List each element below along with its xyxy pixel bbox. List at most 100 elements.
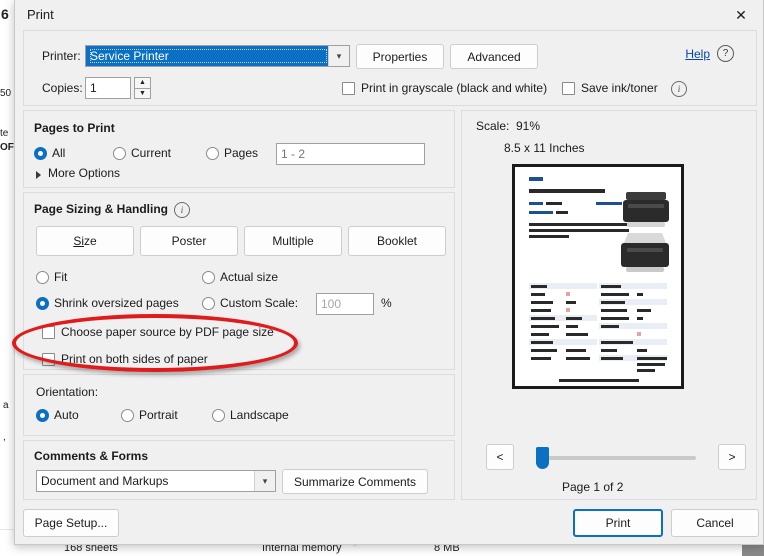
- spec-cell: [566, 333, 588, 336]
- spec-cell: [637, 293, 643, 296]
- spec-cell: [531, 317, 555, 320]
- print-button[interactable]: Print: [573, 509, 663, 537]
- summarize-comments-button[interactable]: Summarize Comments: [282, 469, 428, 494]
- more-options-link[interactable]: More Options: [48, 166, 120, 180]
- spec-cell: [566, 357, 590, 360]
- radio-current[interactable]: [113, 147, 126, 160]
- page-setup-button[interactable]: Page Setup...: [23, 509, 119, 537]
- multiple-button[interactable]: Multiple: [244, 226, 342, 256]
- doc-meta: [556, 211, 568, 214]
- grayscale-label: Print in grayscale (black and white): [361, 81, 548, 95]
- custom-scale-input-field[interactable]: [317, 294, 373, 314]
- spec-cell: [566, 349, 586, 352]
- spec-cell: [637, 363, 665, 366]
- choose-paper-source-label: Choose paper source by PDF page size: [61, 325, 274, 339]
- pages-to-print-title: Pages to Print: [34, 121, 115, 135]
- preview-panel: Scale: 91% 8.5 x 11 Inches < > Page 1 of…: [461, 110, 757, 500]
- size-button[interactable]: Size: [36, 226, 134, 256]
- paper-size-label: 8.5 x 11 Inches: [504, 141, 585, 155]
- properties-button[interactable]: Properties: [356, 44, 444, 69]
- radio-fit-label: Fit: [54, 270, 68, 284]
- close-icon[interactable]: ✕: [719, 0, 763, 30]
- spinner-down-icon[interactable]: ▼: [134, 87, 151, 99]
- radio-landscape-label: Landscape: [230, 408, 289, 422]
- previous-page-button[interactable]: <: [486, 444, 514, 470]
- copies-input-field[interactable]: [86, 78, 130, 98]
- info-circle-icon[interactable]: i: [174, 202, 190, 218]
- radio-all-label: All: [52, 146, 66, 160]
- radio-current-label: Current: [131, 146, 172, 160]
- doc-meta: [529, 202, 543, 205]
- spec-cell: [601, 317, 629, 320]
- both-sides-checkbox[interactable]: [42, 353, 55, 366]
- spinner-up-icon[interactable]: ▲: [134, 77, 151, 88]
- pages-to-print-group: Pages to Print All Current Pages More Op…: [23, 110, 455, 188]
- custom-scale-input[interactable]: [316, 293, 374, 315]
- poster-button[interactable]: Poster: [140, 226, 238, 256]
- spec-cell: [601, 349, 617, 352]
- page-slider-thumb[interactable]: [536, 447, 549, 469]
- spec-cell: [531, 301, 553, 304]
- page-range-input[interactable]: [276, 143, 425, 165]
- doc-meta: [529, 211, 553, 214]
- radio-shrink-oversized[interactable]: [36, 297, 49, 310]
- page-range-input-field[interactable]: [277, 144, 424, 164]
- scale-label: Scale:: [476, 119, 510, 133]
- spec-cell: [601, 357, 623, 360]
- bg-fragment: 50: [0, 88, 12, 99]
- radio-landscape[interactable]: [212, 409, 225, 422]
- page-title: Print: [27, 7, 54, 22]
- question-circle-icon[interactable]: ?: [717, 45, 734, 62]
- comments-forms-select[interactable]: Document and Markups ▾: [36, 470, 276, 492]
- radio-custom-scale[interactable]: [202, 297, 215, 310]
- radio-pages-label: Pages: [224, 146, 259, 160]
- print-dialog: Print ✕ Printer: Service Printer ▾ Prope…: [14, 0, 764, 545]
- radio-portrait[interactable]: [121, 409, 134, 422]
- radio-portrait-label: Portrait: [139, 408, 178, 422]
- advanced-button[interactable]: Advanced: [450, 44, 538, 69]
- page-preview[interactable]: [515, 167, 681, 386]
- radio-actual-size[interactable]: [202, 271, 215, 284]
- spec-cell: [637, 309, 651, 312]
- radio-shrink-oversized-label: Shrink oversized pages: [54, 296, 179, 310]
- page-sizing-group: Page Sizing & Handling i Size Poster Mul…: [23, 192, 455, 370]
- orientation-title: Orientation:: [36, 385, 99, 399]
- bg-fragment: OF: [0, 142, 14, 153]
- doc-body-line: [529, 223, 629, 226]
- radio-auto[interactable]: [36, 409, 49, 422]
- spec-cell: [637, 349, 647, 352]
- radio-pages[interactable]: [206, 147, 219, 160]
- booklet-button[interactable]: Booklet: [348, 226, 446, 256]
- info-circle-icon[interactable]: i: [671, 81, 687, 97]
- save-ink-label: Save ink/toner: [581, 81, 658, 95]
- page-slider-track[interactable]: [536, 456, 696, 460]
- bg-fragment: 6: [1, 6, 9, 22]
- cancel-button[interactable]: Cancel: [671, 509, 759, 537]
- printer-group: Printer: Service Printer ▾ Properties Ad…: [23, 30, 757, 106]
- help-link[interactable]: Help: [685, 47, 710, 61]
- grayscale-checkbox[interactable]: [342, 82, 355, 95]
- save-ink-checkbox[interactable]: [562, 82, 575, 95]
- chevron-down-icon[interactable]: ▾: [328, 46, 349, 66]
- radio-fit[interactable]: [36, 271, 49, 284]
- copies-stepper[interactable]: ▲ ▼: [134, 77, 151, 99]
- doc-logo: [529, 177, 543, 181]
- radio-all[interactable]: [34, 147, 47, 160]
- spec-cell: [637, 357, 667, 360]
- bg-fragment: te: [0, 128, 9, 139]
- spec-cell: [566, 325, 578, 328]
- scale-value: 91%: [516, 119, 541, 133]
- copies-input[interactable]: [85, 77, 131, 99]
- radio-actual-size-label: Actual size: [220, 270, 279, 284]
- screen: 6 50 te OF a , ty 168 sheets Internal me…: [0, 0, 764, 556]
- page-sizing-title: Page Sizing & Handling: [34, 202, 169, 216]
- bg-fragment: a: [3, 400, 9, 411]
- spec-cell: [531, 293, 545, 296]
- chevron-down-icon[interactable]: ▾: [254, 471, 275, 491]
- printer-select[interactable]: Service Printer ▾: [85, 45, 350, 67]
- spec-cell: [601, 293, 629, 296]
- spec-cell: [601, 325, 619, 328]
- triangle-right-icon[interactable]: [36, 171, 41, 179]
- next-page-button[interactable]: >: [718, 444, 746, 470]
- choose-paper-source-checkbox[interactable]: [42, 326, 55, 339]
